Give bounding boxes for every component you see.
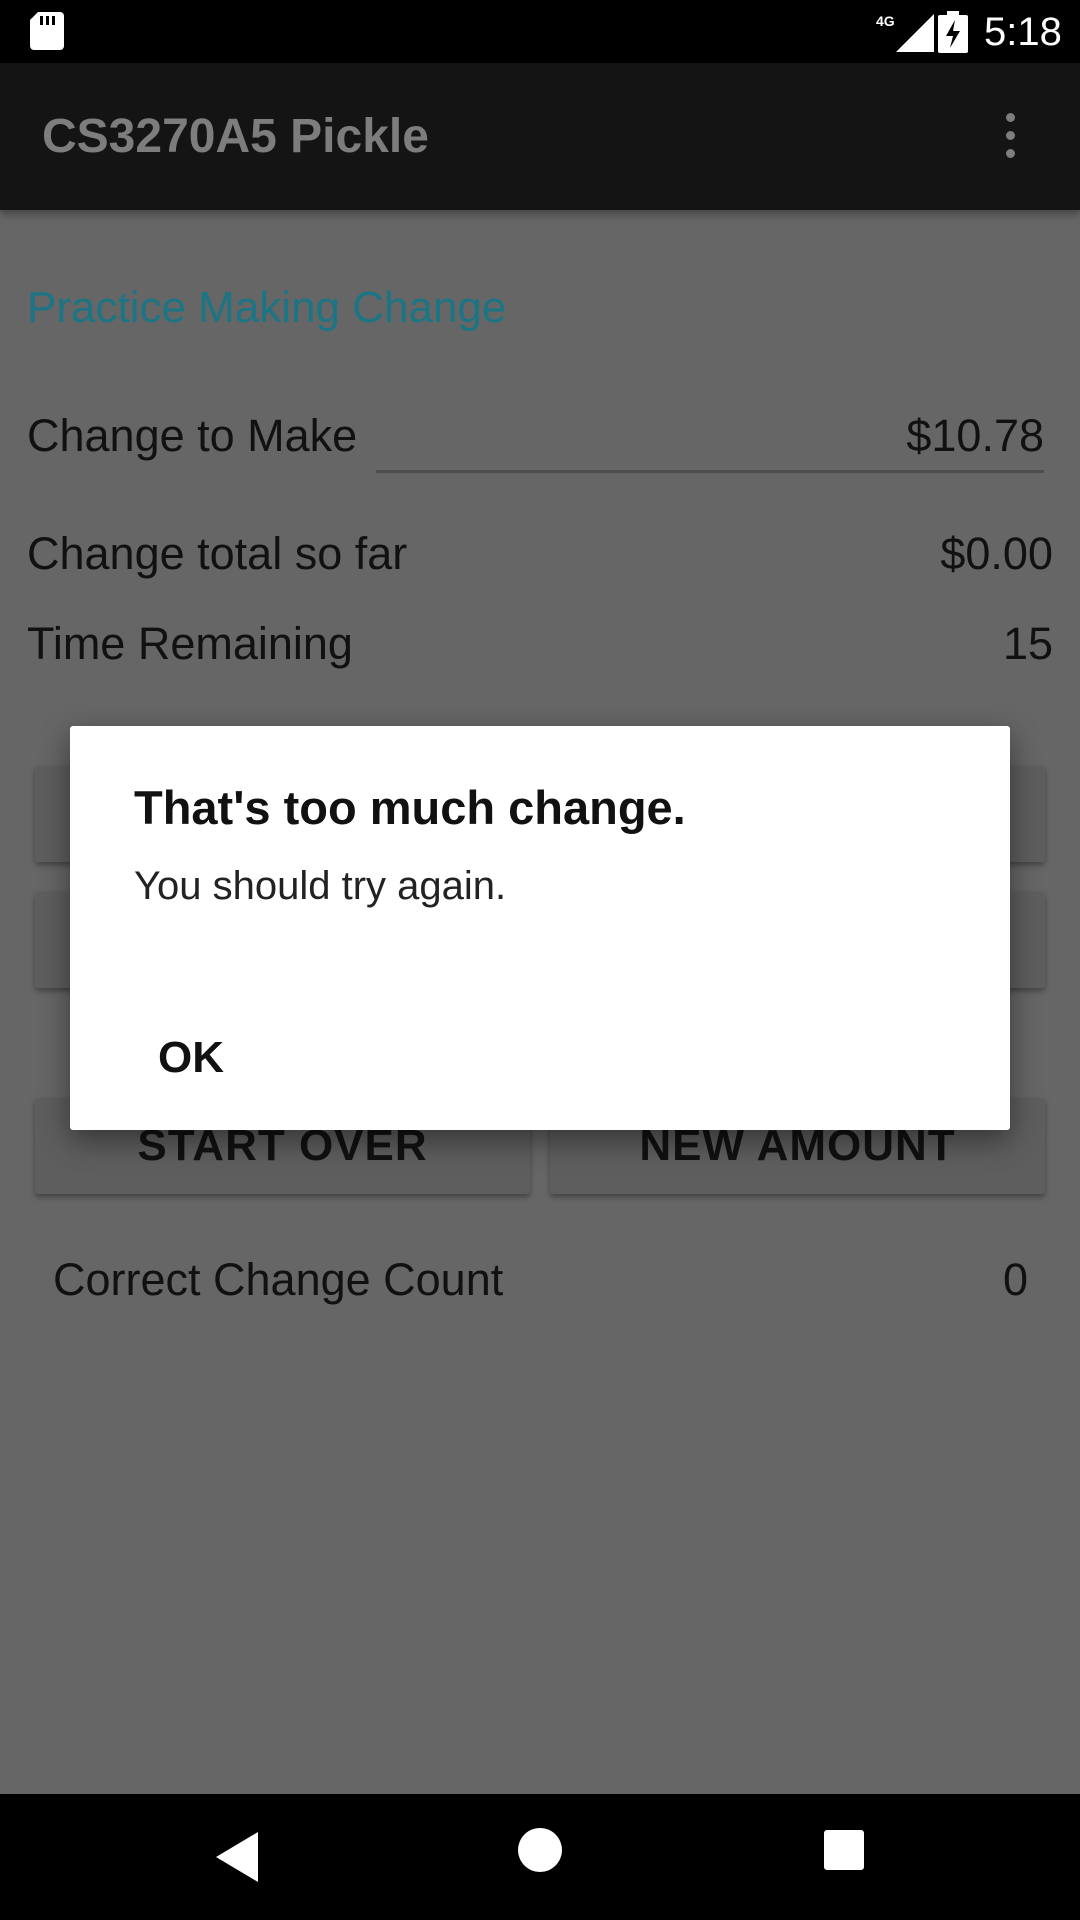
change-to-make-label: Change to Make (27, 410, 358, 461)
change-total-value: $0.00 (940, 528, 1053, 579)
sd-card-icon (30, 12, 64, 50)
app-title: CS3270A5 Pickle (42, 110, 429, 163)
correct-count-value: 0 (1002, 1254, 1028, 1305)
cell-signal-icon: 4G (876, 13, 934, 52)
change-total-label: Change total so far (27, 528, 408, 579)
time-remaining-label: Time Remaining (27, 618, 353, 669)
dialog-title: That's too much change. (134, 781, 686, 834)
time-remaining-value: 15 (1002, 618, 1053, 669)
status-bar: 4G 5:18 (0, 0, 1080, 63)
alert-dialog: That's too much change. You should try a… (70, 726, 1010, 1130)
home-icon[interactable] (518, 1828, 562, 1872)
amount-field-underline (376, 470, 1044, 473)
clock: 5:18 (984, 10, 1062, 54)
change-to-make-value: $10.78 (906, 410, 1044, 461)
svg-text:4G: 4G (876, 13, 895, 29)
app-bar: CS3270A5 Pickle (0, 63, 1080, 210)
navigation-bar (0, 1794, 1080, 1920)
battery-charging-icon (938, 11, 968, 53)
overflow-menu-icon[interactable] (1006, 113, 1015, 161)
ok-button[interactable]: OK (154, 1026, 228, 1090)
section-title: Practice Making Change (27, 283, 507, 332)
dialog-message: You should try again. (134, 864, 507, 908)
back-icon[interactable] (212, 1830, 260, 1884)
correct-count-label: Correct Change Count (53, 1254, 504, 1305)
recents-icon[interactable] (824, 1830, 864, 1870)
